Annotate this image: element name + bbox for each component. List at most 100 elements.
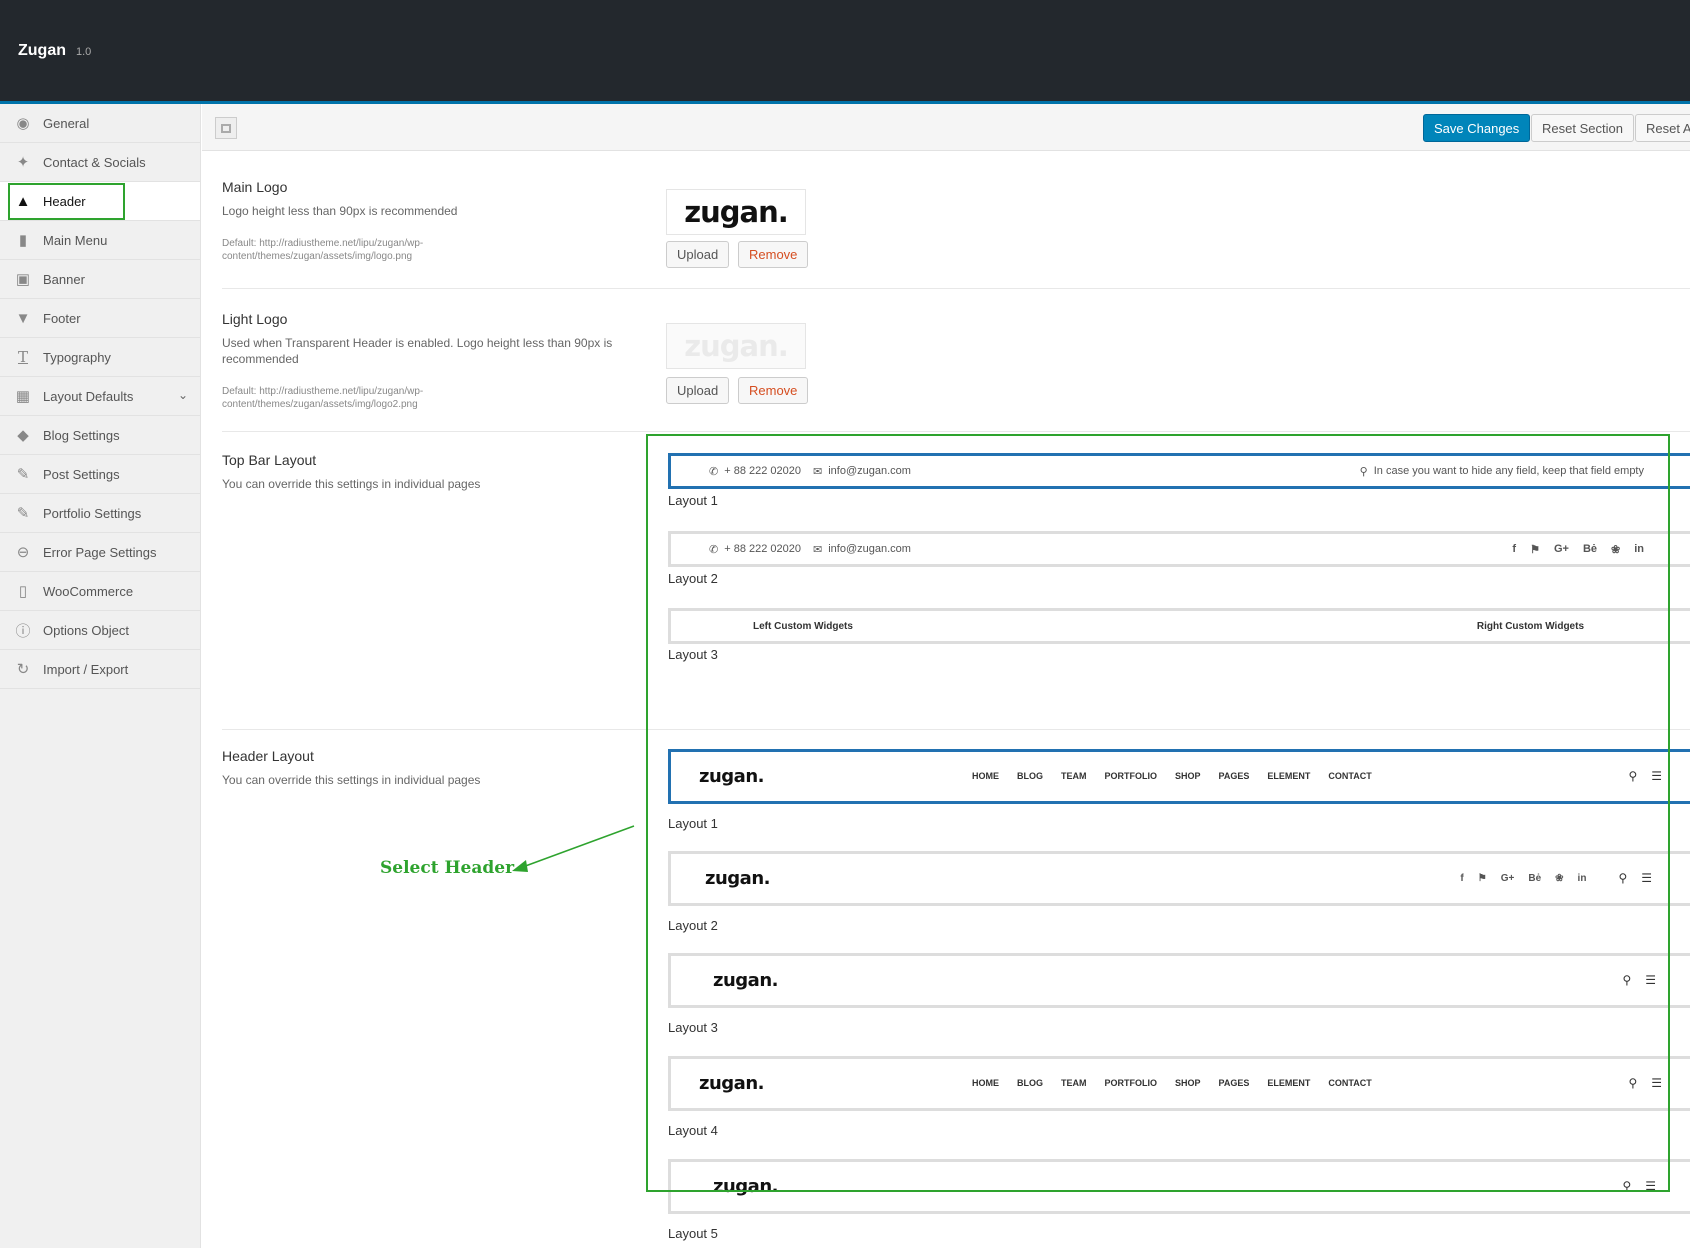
header-layout-4-option[interactable]: zugan. HOME BLOG TEAM PORTFOLIO SHOP PAG…: [668, 1056, 1690, 1111]
sidebar-item-label: Post Settings: [43, 466, 120, 482]
menu-item: SHOP: [1174, 1078, 1201, 1088]
edit-icon: ✎: [16, 505, 30, 522]
menu-item: PAGES: [1218, 1078, 1250, 1088]
sidebar-item-footer[interactable]: ▼ Footer: [0, 299, 200, 338]
sidebar-item-post-settings[interactable]: ✎ Post Settings: [0, 455, 200, 494]
google-plus-icon: G+: [1553, 542, 1569, 555]
sidebar-item-label: WooCommerce: [43, 583, 134, 599]
social-icons: f ⚑ G+ Bė ❀ in: [1512, 543, 1644, 556]
sidebar-item-main-menu[interactable]: ▮ Main Menu: [0, 221, 200, 260]
header-layout-2-option[interactable]: zugan. f ⚑ G+ Bė ❀ in ⚲ ☰: [668, 851, 1690, 906]
sidebar-item-options-object[interactable]: ⓘ Options Object: [0, 611, 200, 650]
sidebar-item-blog-settings[interactable]: ◆ Blog Settings: [0, 416, 200, 455]
search-icon: ⚲: [1618, 871, 1628, 885]
envelope-icon: ✉: [813, 543, 823, 556]
app-version: 1.0: [76, 46, 92, 58]
divider: [222, 431, 1690, 432]
twitter-icon: ⚑: [1530, 543, 1540, 556]
main-logo-remove-button[interactable]: Remove: [738, 241, 809, 268]
header-layout-3-option[interactable]: zugan. ⚲ ☰: [668, 953, 1690, 1008]
sidebar-item-import-export[interactable]: ↻ Import / Export: [0, 650, 200, 689]
phone-icon: ✆: [709, 543, 719, 556]
expand-icon: [221, 123, 231, 133]
logo-text: zugan.: [699, 765, 764, 787]
book-icon: ▮: [18, 232, 28, 249]
top-bar-layout-title: Top Bar Layout: [222, 452, 317, 468]
menu-item: PORTFOLIO: [1104, 1078, 1157, 1088]
hamburger-icon: ☰: [1645, 1179, 1656, 1193]
sidebar-item-general[interactable]: ◉ General: [0, 104, 200, 143]
notice-text: In case you want to hide any field, keep…: [1373, 465, 1644, 477]
twitter-icon: ⚑: [1477, 872, 1487, 884]
sidebar-item-label: Portfolio Settings: [43, 505, 142, 521]
sidebar-item-error-page-settings[interactable]: ⊖ Error Page Settings: [0, 533, 200, 572]
sidebar-item-label: Blog Settings: [43, 427, 120, 443]
light-logo-remove-button[interactable]: Remove: [738, 377, 809, 404]
dribbble-icon: ❀: [1555, 872, 1564, 884]
sidebar-item-typography[interactable]: T Typography: [0, 338, 200, 377]
menu-item: PORTFOLIO: [1104, 771, 1157, 781]
sidebar-item-header[interactable]: ▲ Header: [0, 182, 200, 221]
logo-text: zugan.: [699, 1072, 764, 1094]
header-layout-1-option[interactable]: zugan. HOME BLOG TEAM PORTFOLIO SHOP PAG…: [668, 749, 1690, 804]
top-bar-layout-2-label: Layout 2: [668, 571, 718, 586]
facebook-icon: f: [1512, 542, 1517, 555]
header-layout-3-label: Layout 3: [668, 1020, 718, 1035]
behance-icon: Bė: [1528, 872, 1542, 884]
picture-icon: ▣: [15, 271, 31, 288]
refresh-icon: ↻: [16, 661, 30, 678]
menu-item: CONTACT: [1328, 1078, 1372, 1088]
sidebar-item-label: Main Menu: [43, 232, 108, 248]
main-logo-title: Main Logo: [222, 179, 288, 195]
sidebar-item-layout-defaults[interactable]: ▦ Layout Defaults ⌄: [0, 377, 200, 416]
sidebar-item-label: Error Page Settings: [43, 544, 157, 560]
logo-text: zugan.: [713, 1175, 778, 1197]
top-bar-layout-2-option[interactable]: ✆ + 88 222 02020 ✉ info@zugan.com f ⚑ G+…: [668, 531, 1690, 567]
menu-item: PAGES: [1218, 771, 1250, 781]
main-logo-subtitle: Logo height less than 90px is recommende…: [222, 204, 458, 218]
sidebar-item-label: Banner: [43, 271, 85, 287]
sidebar-item-label: Typography: [43, 349, 111, 365]
header-layout-2-label: Layout 2: [668, 918, 718, 933]
chevron-down-icon[interactable]: ⌄: [178, 388, 188, 402]
info-icon: ⓘ: [15, 622, 31, 640]
logo-text: zugan.: [684, 329, 789, 363]
reset-all-button[interactable]: Reset All: [1635, 114, 1690, 142]
divider: [222, 288, 1690, 289]
sidebar-item-label: General: [43, 115, 90, 131]
expand-options-button[interactable]: [215, 117, 237, 139]
reset-section-button[interactable]: Reset Section: [1531, 114, 1634, 142]
sidebar-item-banner[interactable]: ▣ Banner: [0, 260, 200, 299]
hamburger-icon: ☰: [1645, 973, 1656, 987]
behance-icon: Bė: [1582, 542, 1597, 555]
annotation-arrow-icon: [512, 825, 635, 872]
linkedin-icon: in: [1577, 872, 1587, 884]
top-bar-layout-3-option[interactable]: Left Custom Widgets Right Custom Widgets: [668, 608, 1690, 644]
app-title: Zugan 1.0: [18, 42, 91, 60]
phone-text: + 88 222 02020: [724, 465, 801, 477]
sidebar-item-woocommerce[interactable]: ▯ WooCommerce: [0, 572, 200, 611]
sidebar-item-label: Contact & Socials: [43, 154, 146, 170]
light-logo-preview: zugan.: [666, 323, 806, 369]
hamburger-icon: ☰: [1651, 1076, 1662, 1090]
save-changes-button[interactable]: Save Changes: [1423, 114, 1531, 142]
menu-item: BLOG: [1016, 1078, 1043, 1088]
main-logo-upload-button[interactable]: Upload: [666, 241, 730, 268]
hamburger-icon: ☰: [1641, 871, 1652, 885]
sidebar-item-label: Import / Export: [43, 661, 129, 677]
top-bar-layout-1-option[interactable]: ✆ + 88 222 02020 ✉ info@zugan.com ⚲ In c…: [668, 453, 1690, 489]
menu-item: TEAM: [1060, 1078, 1087, 1088]
dribbble-icon: ❀: [1611, 543, 1621, 556]
phone-text: + 88 222 02020: [724, 543, 801, 555]
linkedin-icon: in: [1634, 542, 1644, 555]
admin-header-bar: Zugan 1.0: [0, 0, 1690, 104]
header-layout-1-label: Layout 1: [668, 816, 718, 831]
grid-icon: ▦: [15, 388, 31, 405]
sidebar-item-portfolio-settings[interactable]: ✎ Portfolio Settings: [0, 494, 200, 533]
header-layout-5-option[interactable]: zugan. ⚲ ☰: [668, 1159, 1690, 1214]
globe-icon: ◉: [16, 115, 30, 132]
menu-item: ELEMENT: [1267, 771, 1311, 781]
light-logo-default: Default: http://radiustheme.net/lipu/zug…: [222, 386, 424, 410]
sidebar-item-contact-socials[interactable]: ✦ Contact & Socials: [0, 143, 200, 182]
light-logo-upload-button[interactable]: Upload: [666, 377, 730, 404]
